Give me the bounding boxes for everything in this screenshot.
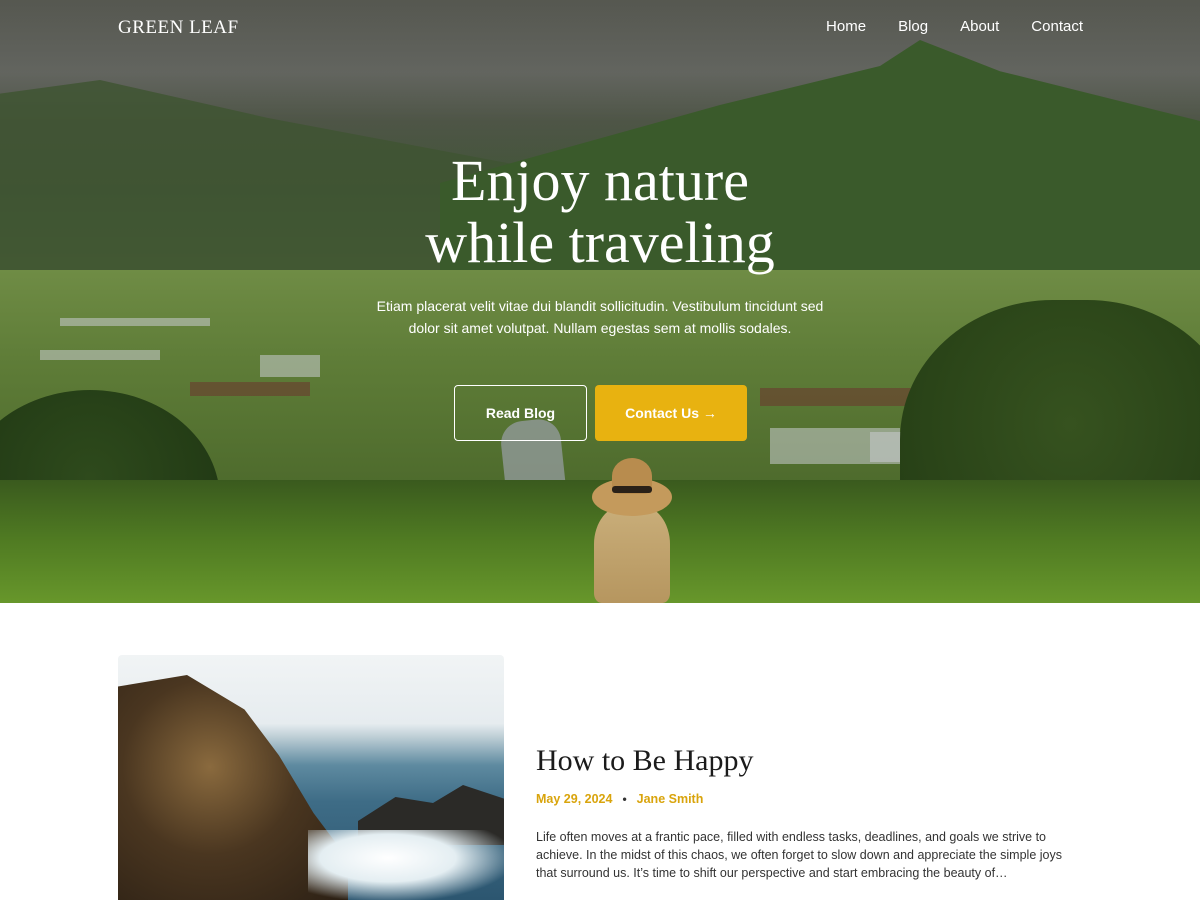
site-title[interactable]: GREEN LEAF	[118, 17, 239, 39]
contact-us-button[interactable]: Contact Us →	[595, 385, 747, 441]
hero-field	[190, 382, 310, 396]
hero-subtitle-line1: Etiam placerat velit vitae dui blandit s…	[376, 298, 824, 314]
post-author[interactable]: Jane Smith	[637, 792, 704, 806]
hero-field	[260, 355, 320, 377]
main-nav: Home Blog About Contact	[826, 18, 1083, 35]
hero-title-line1: Enjoy nature	[451, 148, 749, 213]
hero-title-line2: while traveling	[425, 210, 775, 275]
read-blog-button[interactable]: Read Blog	[454, 385, 587, 441]
post-meta: May 29, 2024 • Jane Smith	[536, 792, 703, 806]
nav-home[interactable]: Home	[826, 18, 866, 35]
hero-subtitle-line2: dolor sit amet volutpat. Nullam egestas …	[408, 320, 792, 336]
post-featured-image[interactable]	[118, 655, 504, 900]
hero-person-hair	[594, 505, 670, 603]
post-title[interactable]: How to Be Happy	[536, 744, 753, 778]
nav-about[interactable]: About	[960, 18, 999, 35]
post-excerpt: Life often moves at a frantic pace, fill…	[536, 830, 1062, 880]
hero-field	[60, 318, 210, 326]
nav-contact[interactable]: Contact	[1031, 18, 1083, 35]
hero-field	[40, 350, 160, 360]
hero-subtitle: Etiam placerat velit vitae dui blandit s…	[340, 295, 860, 339]
post-date[interactable]: May 29, 2024	[536, 792, 612, 806]
meta-separator: •	[622, 792, 627, 806]
hero-person-hat-band	[612, 486, 652, 493]
hero-title: Enjoy nature while traveling	[300, 150, 900, 274]
nav-blog[interactable]: Blog	[898, 18, 928, 35]
hero-section: GREEN LEAF Home Blog About Contact Enjoy…	[0, 0, 1200, 603]
post-image-surf	[308, 830, 504, 900]
